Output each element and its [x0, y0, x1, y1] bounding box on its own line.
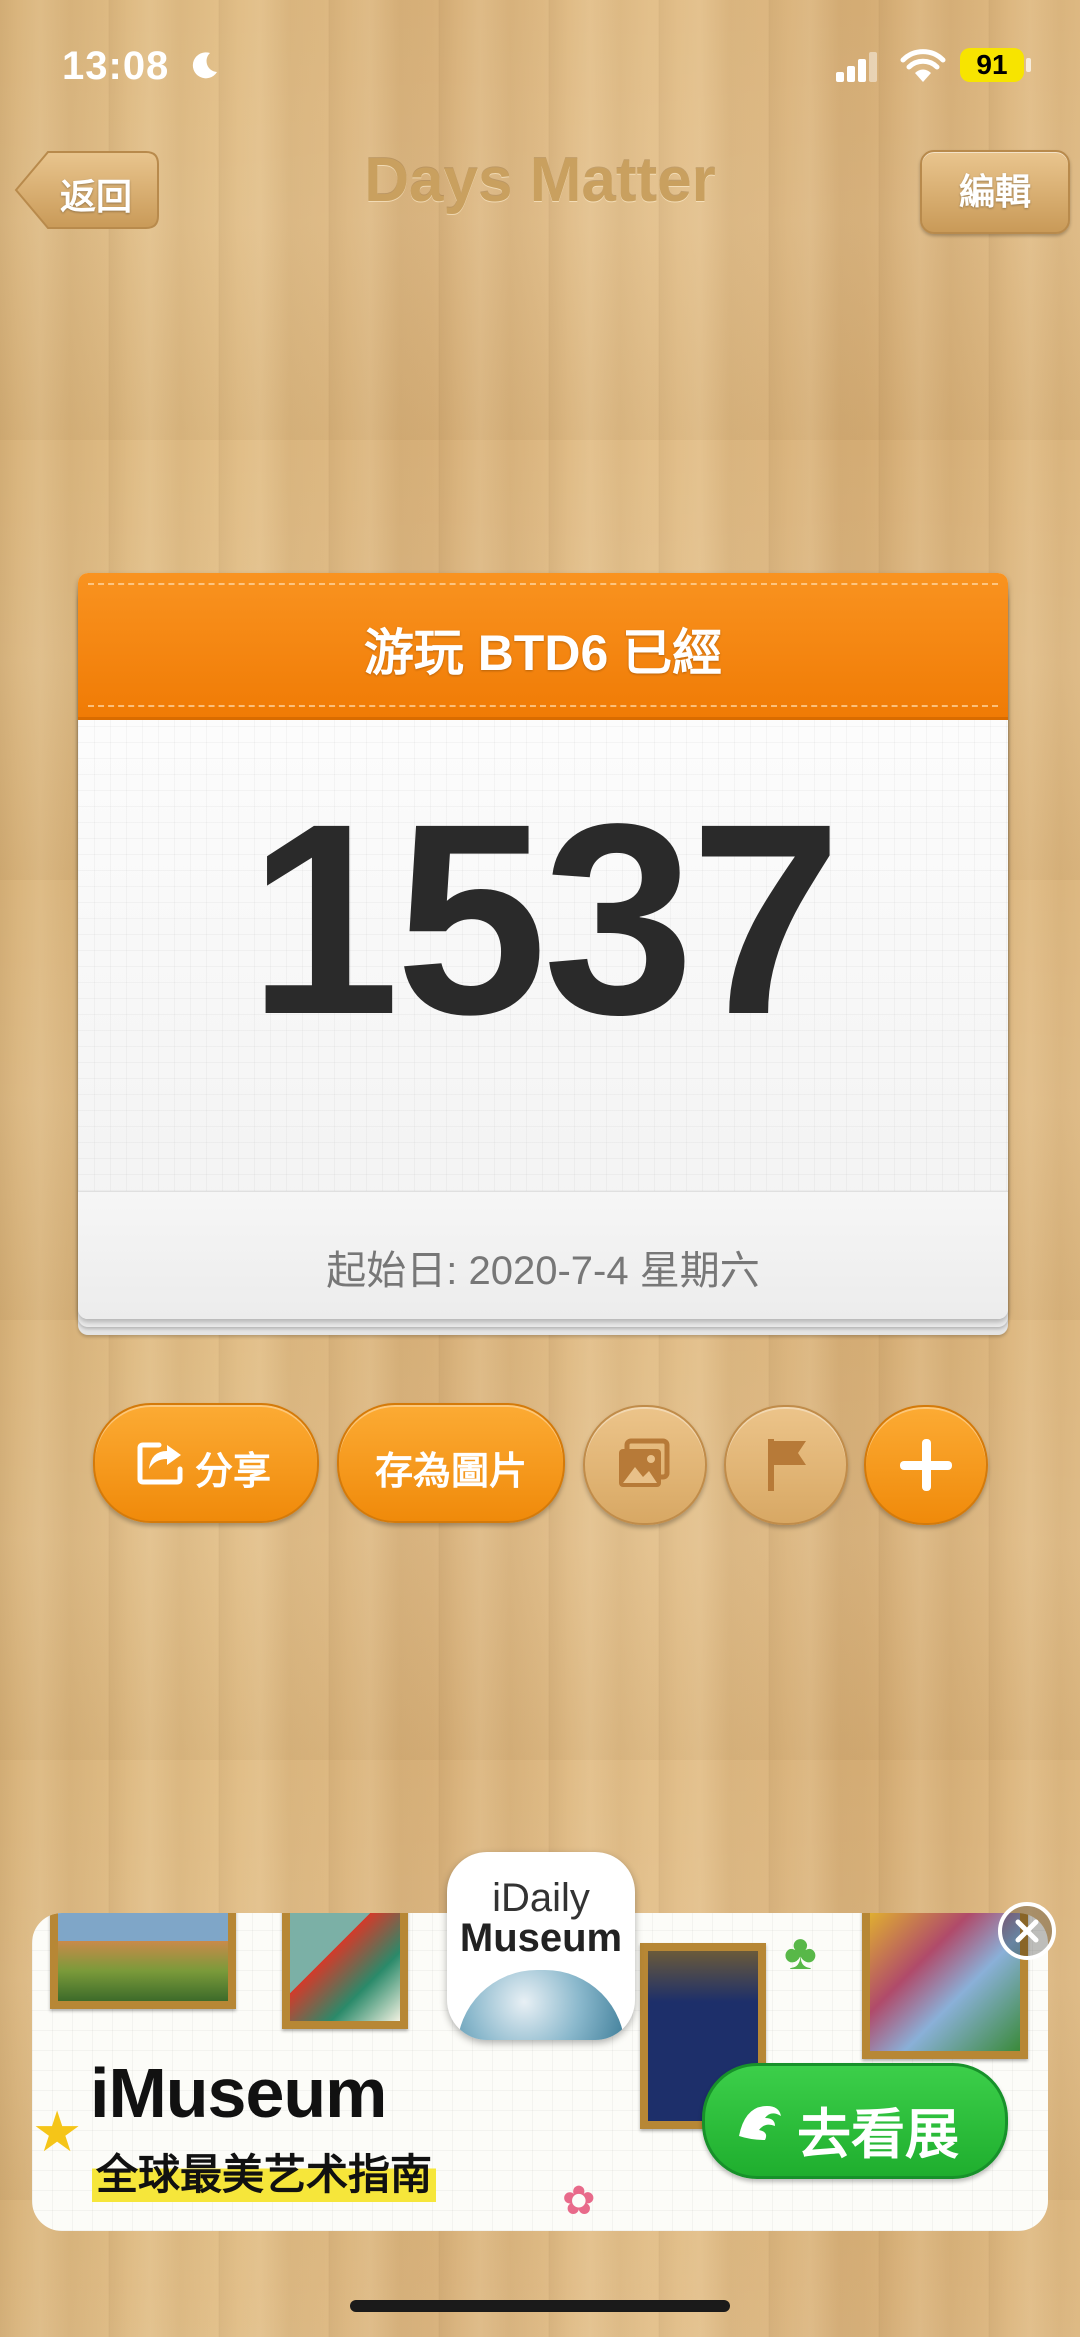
flag-icon — [768, 1439, 806, 1491]
ad-title: iMuseum — [90, 2054, 387, 2132]
close-icon — [1015, 1919, 1039, 1943]
status-time: 13:08 — [62, 44, 170, 88]
moon-icon — [192, 52, 217, 79]
home-indicator[interactable] — [350, 2300, 730, 2312]
start-date: 起始日: 2020-7-4 星期六 — [326, 1249, 760, 1293]
save-image-label: 存為圖片 — [374, 1451, 527, 1493]
ad-cta-button[interactable]: 去看展 — [702, 2063, 1008, 2179]
page-title: Days Matter — [364, 146, 716, 215]
wave-icon — [739, 2106, 781, 2140]
share-icon — [137, 1442, 183, 1485]
card-face: 游玩 BTD6 已經 1537 起始日: 2020-7-4 星期六 — [78, 573, 1008, 1319]
painting-thumbnail — [282, 1913, 408, 2029]
day-count: 1537 — [248, 767, 841, 1071]
ad-subtitle: 全球最美艺术指南 — [92, 2141, 437, 2202]
photo-icon — [619, 1438, 670, 1487]
flag-button[interactable] — [724, 1405, 848, 1525]
app-name-line2: Museum — [459, 1916, 623, 1960]
ad-cta-label: 去看展 — [797, 2105, 959, 2165]
app-icon-art — [457, 1970, 625, 2040]
signal-icon — [836, 52, 877, 82]
share-label: 分享 — [195, 1451, 272, 1493]
clover-decoration: ♣ — [784, 1924, 817, 1980]
painting-thumbnail — [50, 1913, 236, 2009]
flower-decoration: ✿ — [562, 2179, 596, 2223]
battery-indicator: 91 — [960, 48, 1024, 82]
stitch-line — [88, 705, 998, 707]
background-photo-button[interactable] — [583, 1405, 707, 1525]
save-image-button[interactable]: 存為圖片 — [337, 1403, 565, 1523]
event-card: 游玩 BTD6 已經 1537 起始日: 2020-7-4 星期六 — [78, 573, 1008, 1335]
status-bar: 13:08 91 — [0, 40, 1080, 100]
card-footer: 起始日: 2020-7-4 星期六 — [78, 1191, 1008, 1319]
star-decoration: ★ — [32, 2100, 83, 2163]
plus-icon — [900, 1439, 952, 1491]
ad-app-icon[interactable]: iDaily Museum — [447, 1852, 635, 2040]
share-button[interactable]: 分享 — [93, 1403, 319, 1523]
app-name-line1: iDaily — [492, 1876, 590, 1920]
edit-button[interactable]: 編輯 — [920, 150, 1070, 234]
add-button[interactable] — [864, 1405, 988, 1525]
wifi-icon — [900, 49, 946, 82]
event-title: 游玩 BTD6 已經 — [363, 625, 723, 681]
battery-tip — [1026, 58, 1031, 72]
ad-close-button[interactable] — [998, 1902, 1056, 1960]
stitch-line — [88, 583, 998, 585]
card-header: 游玩 BTD6 已經 — [78, 573, 1008, 720]
